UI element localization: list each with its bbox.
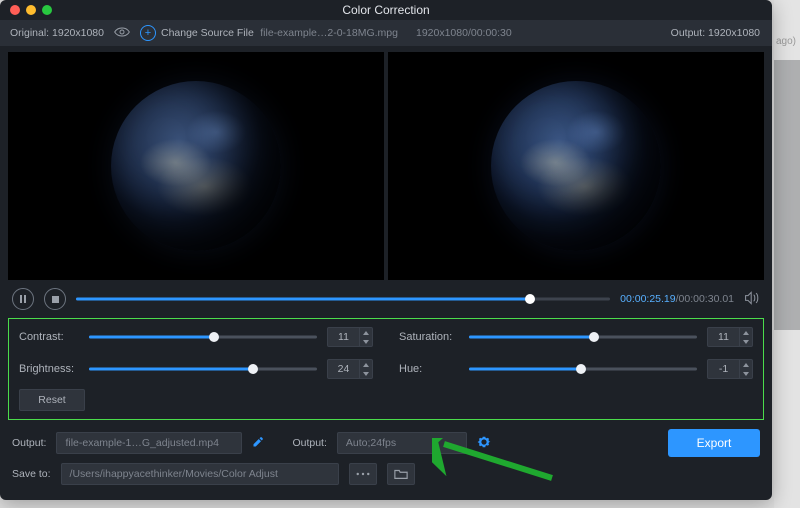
- brightness-step-up[interactable]: [360, 360, 372, 369]
- save-to-label: Save to:: [12, 468, 51, 480]
- timecode: 00:00:25.19/00:00:30.01: [620, 293, 734, 305]
- output-settings-icon[interactable]: [477, 435, 491, 452]
- hue-step-up[interactable]: [740, 360, 752, 369]
- info-bar: Original: 1920x1080 + Change Source File…: [0, 20, 772, 46]
- change-source-button[interactable]: + Change Source File: [140, 25, 254, 41]
- saturation-value-input[interactable]: 11: [707, 327, 753, 347]
- browse-path-button[interactable]: [349, 463, 377, 485]
- brightness-slider[interactable]: [89, 361, 317, 377]
- open-folder-button[interactable]: [387, 463, 415, 485]
- hue-control: Hue: -1: [399, 359, 753, 379]
- hue-label: Hue:: [399, 363, 459, 375]
- adjustments-panel: Contrast: 11 Saturation: 11 Brightness: …: [8, 318, 764, 420]
- reset-button[interactable]: Reset: [19, 389, 85, 411]
- brightness-step-down[interactable]: [360, 369, 372, 378]
- preview-original: [8, 52, 384, 280]
- saturation-step-up[interactable]: [740, 328, 752, 337]
- contrast-step-down[interactable]: [360, 337, 372, 346]
- brightness-control: Brightness: 24: [19, 359, 373, 379]
- preview-visibility-icon[interactable]: [114, 27, 130, 40]
- save-path-field[interactable]: /Users/ihappyacethinker/Movies/Color Adj…: [61, 463, 339, 485]
- current-time: 00:00:25.19: [620, 293, 675, 305]
- output-filename-field[interactable]: file-example-1…G_adjusted.mp4: [56, 432, 242, 454]
- contrast-control: Contrast: 11: [19, 327, 373, 347]
- color-correction-window: Color Correction Original: 1920x1080 + C…: [0, 0, 772, 500]
- change-source-label: Change Source File: [161, 27, 254, 39]
- pause-button[interactable]: [12, 288, 34, 310]
- volume-icon[interactable]: [744, 291, 760, 308]
- export-button[interactable]: Export: [668, 429, 760, 457]
- original-resolution-label: Original: 1920x1080: [10, 27, 104, 39]
- source-meta: 1920x1080/00:00:30: [416, 27, 512, 39]
- edit-filename-icon[interactable]: [252, 436, 264, 451]
- source-filename: file-example…2-0-18MG.mpg: [260, 27, 398, 39]
- saturation-control: Saturation: 11: [399, 327, 753, 347]
- brightness-label: Brightness:: [19, 363, 79, 375]
- contrast-slider[interactable]: [89, 329, 317, 345]
- window-title: Color Correction: [0, 3, 772, 17]
- saturation-step-down[interactable]: [740, 337, 752, 346]
- hue-value-input[interactable]: -1: [707, 359, 753, 379]
- total-time: 00:00:30.01: [679, 293, 734, 305]
- playback-bar: 00:00:25.19/00:00:30.01: [0, 284, 772, 314]
- output-resolution-label: Output: 1920x1080: [671, 27, 760, 39]
- preview-panes: [0, 46, 772, 284]
- plus-icon: +: [140, 25, 156, 41]
- output-format-field[interactable]: Auto;24fps: [337, 432, 467, 454]
- save-row: Save to: /Users/ihappyacethinker/Movies/…: [0, 460, 772, 488]
- titlebar: Color Correction: [0, 0, 772, 20]
- output-row: Output: file-example-1…G_adjusted.mp4 Ou…: [0, 426, 772, 460]
- preview-adjusted: [388, 52, 764, 280]
- hue-step-down[interactable]: [740, 369, 752, 378]
- seek-slider[interactable]: [76, 289, 610, 309]
- brightness-value-input[interactable]: 24: [327, 359, 373, 379]
- background-text: ago): [776, 36, 796, 47]
- contrast-label: Contrast:: [19, 331, 79, 343]
- contrast-step-up[interactable]: [360, 328, 372, 337]
- contrast-value-input[interactable]: 11: [327, 327, 373, 347]
- saturation-slider[interactable]: [469, 329, 697, 345]
- stop-button[interactable]: [44, 288, 66, 310]
- output-filename-label: Output:: [12, 437, 46, 449]
- saturation-label: Saturation:: [399, 331, 459, 343]
- hue-slider[interactable]: [469, 361, 697, 377]
- output-format-label: Output:: [292, 437, 326, 449]
